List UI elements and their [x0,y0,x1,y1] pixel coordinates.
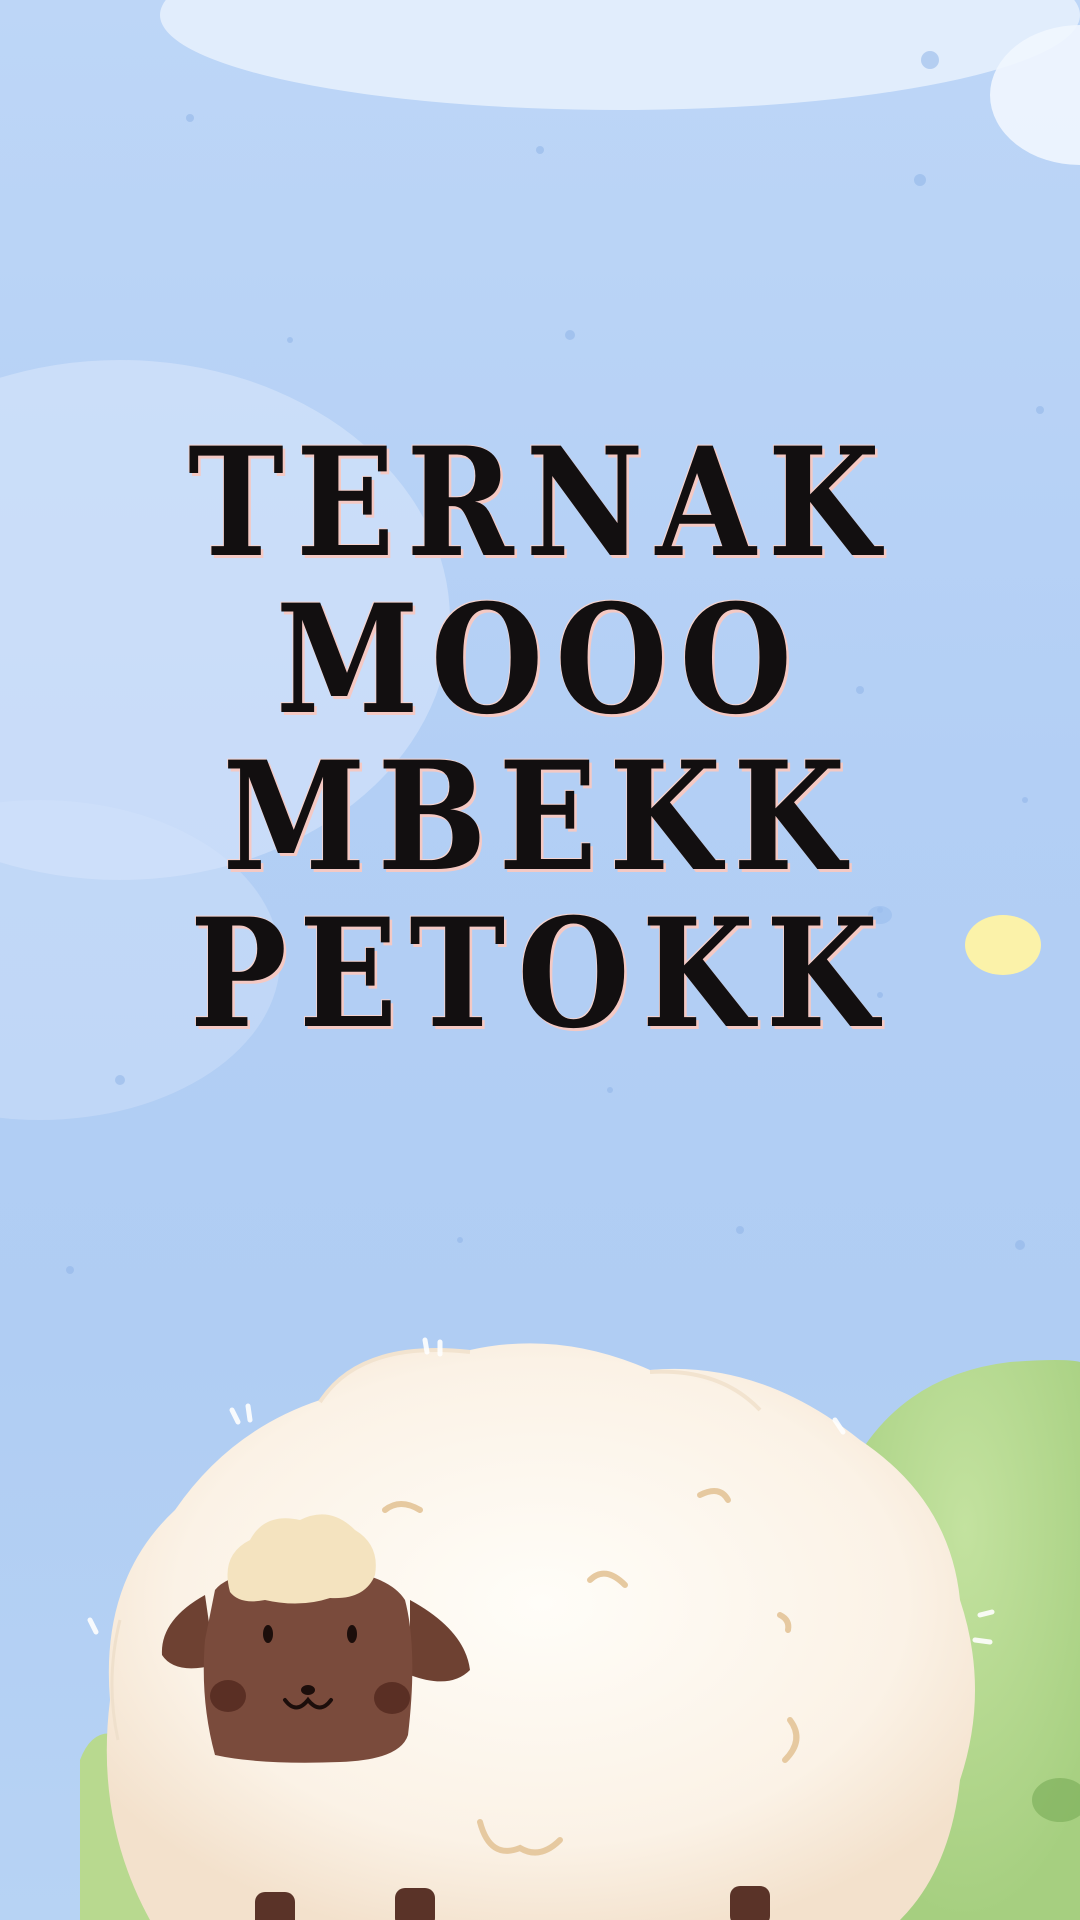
page-title: TERNAK MOOO MBEKK PETOKK [0,425,1080,1053]
title-line-2: MOOO [275,572,805,748]
cloud [160,0,1080,165]
title-line-4: PETOKK [189,886,891,1062]
title-line-3: MBEKK [222,729,858,905]
sheep-illustration [87,1337,995,1920]
scene: TERNAK MOOO MBEKK PETOKK [0,0,1080,1920]
title-line-1: TERNAK [188,415,892,591]
